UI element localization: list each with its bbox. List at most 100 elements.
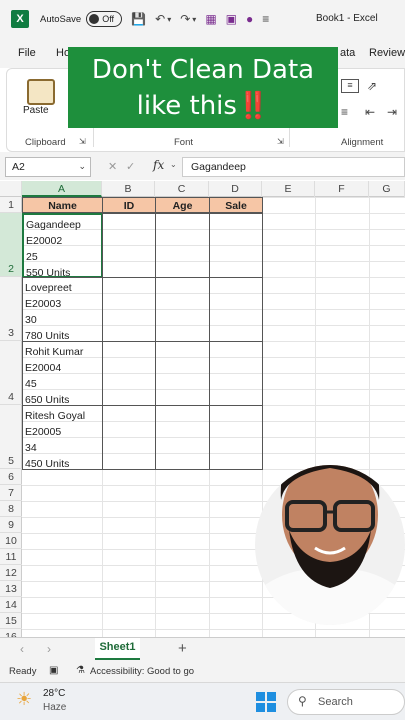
header-cell-sale[interactable]: Sale [209,197,263,213]
tab-data[interactable]: ata [340,47,355,59]
empty-cell[interactable] [102,341,156,406]
header-cell-id[interactable]: ID [102,197,156,213]
clipboard-launcher-icon[interactable]: ⇲ [79,137,86,146]
insert-function-button[interactable]: fx [153,158,164,172]
row-header[interactable]: 14 [0,597,22,613]
increase-indent-icon[interactable]: ⇥ [387,105,397,119]
row-header[interactable]: 3 [0,277,22,341]
orientation-icon[interactable]: ⇗ [367,79,377,93]
empty-cell[interactable] [155,277,210,342]
empty-cell[interactable] [155,405,210,470]
record-sale: 450 Units [25,458,70,470]
row-header[interactable]: 6 [0,469,22,485]
column-header[interactable]: D [209,181,262,197]
align-top-icon[interactable]: ≡ [341,79,359,93]
redo-dropdown-icon[interactable]: ▾ [192,15,196,24]
column-header[interactable]: A [22,181,102,197]
table-row[interactable]: Rohit Kumar E20004 45 650 Units [22,341,103,406]
enter-icon[interactable]: ✓ [126,160,135,173]
empty-cell[interactable] [155,341,210,406]
row-header[interactable]: 13 [0,581,22,597]
empty-cell[interactable] [209,277,263,342]
title-banner: Don't Clean Data like this‼️ [68,47,338,128]
header-cell-age[interactable]: Age [155,197,210,213]
weather-temp[interactable]: 28°C [43,688,65,699]
record-name: Gagandeep [26,219,81,231]
windows-start-icon[interactable] [256,692,276,712]
select-all-corner[interactable] [0,181,22,197]
row-headers: 1 2 3 4 5 6 7 8 9 10 11 12 13 14 15 16 [0,197,22,645]
macro-record-icon[interactable]: ▣ [49,665,58,676]
decrease-indent-icon[interactable]: ⇤ [365,105,375,119]
font-group-label: Font [174,137,194,148]
column-header[interactable]: F [315,181,369,197]
paste-icon[interactable] [27,79,55,105]
taskbar-search[interactable]: ⚲ Search [287,689,405,715]
banner-line-2: like this‼️ [136,91,270,121]
empty-cell[interactable] [102,405,156,470]
tab-file[interactable]: File [18,47,36,59]
column-header[interactable]: B [102,181,155,197]
row-header[interactable]: 10 [0,533,22,549]
sheet-tab-sheet1[interactable]: Sheet1 [95,638,140,660]
status-ready: Ready [9,666,37,677]
taskbar: ☀ 28°C Haze ⚲ Search [0,682,405,720]
accessibility-icon[interactable]: ⚗ [76,665,85,676]
row-header[interactable]: 8 [0,501,22,517]
customize-toolbar-icon[interactable]: ≡ [262,12,269,26]
scroll-left-icon[interactable]: ‹ [20,642,24,656]
empty-cell[interactable] [102,277,156,342]
accessibility-status[interactable]: Accessibility: Good to go [90,666,194,677]
form-icon[interactable]: ▦ [205,12,216,26]
empty-cell[interactable] [102,213,156,278]
column-header[interactable]: E [262,181,315,197]
undo-dropdown-icon[interactable]: ▾ [167,15,171,24]
row-header[interactable]: 5 [0,405,22,469]
align-left-icon[interactable]: ≡ [341,105,348,119]
save-icon[interactable]: 💾 [131,12,146,26]
row-header[interactable]: 11 [0,549,22,565]
formula-bar: A2 ⌄ ✕ ✓ fx ⌄ Gagandeep [0,152,405,180]
table-row[interactable]: Ritesh Goyal E20005 34 450 Units [22,405,103,470]
autosave-toggle[interactable]: Off [86,11,123,27]
chevron-down-icon[interactable]: ⌄ [78,161,86,172]
screen-record-icon[interactable]: ● [246,12,253,26]
camera-icon[interactable]: ▣ [226,12,237,26]
cancel-icon[interactable]: ✕ [108,160,117,173]
formula-expand-icon[interactable]: ⌄ [170,160,177,169]
status-bar: Ready ▣ ⚗ Accessibility: Good to go [0,661,405,682]
paste-label[interactable]: Paste [23,105,49,116]
record-name: Ritesh Goyal [25,410,86,422]
header-cell-name[interactable]: Name [22,197,103,213]
row-header[interactable]: 15 [0,613,22,629]
row-header[interactable]: 1 [0,197,22,213]
column-header[interactable]: G [369,181,405,197]
record-name: Lovepreet [25,282,72,294]
row-header[interactable]: 7 [0,485,22,501]
column-header[interactable]: C [155,181,209,197]
row-header[interactable]: 9 [0,517,22,533]
row-header[interactable]: 2 [0,213,22,277]
table-row[interactable]: Gagandeep E20002 25 550 Units [22,213,103,279]
table-row[interactable]: Lovepreet E20003 30 780 Units [22,277,103,342]
tab-review[interactable]: Review [369,47,405,59]
redo-icon[interactable]: ↷ [180,12,190,26]
scroll-right-icon[interactable]: › [47,642,51,656]
row-header[interactable]: 12 [0,565,22,581]
presenter-webcam [255,465,405,625]
search-icon: ⚲ [298,694,307,708]
empty-cell[interactable] [155,213,210,278]
name-box[interactable]: A2 ⌄ [5,157,91,177]
formula-input[interactable]: Gagandeep [182,157,405,177]
row-header[interactable]: 4 [0,341,22,405]
undo-icon[interactable]: ↶ [155,12,165,26]
add-sheet-button[interactable]: + [178,640,187,657]
empty-cell[interactable] [209,213,263,278]
empty-cell[interactable] [209,341,263,406]
weather-condition: Haze [43,702,67,713]
record-id: E20004 [25,362,62,374]
weather-icon[interactable]: ☀ [16,689,32,710]
sheet-tab-bar: ‹ › Sheet1 + [0,637,405,661]
font-launcher-icon[interactable]: ⇲ [277,137,284,146]
record-age: 34 [25,442,37,454]
